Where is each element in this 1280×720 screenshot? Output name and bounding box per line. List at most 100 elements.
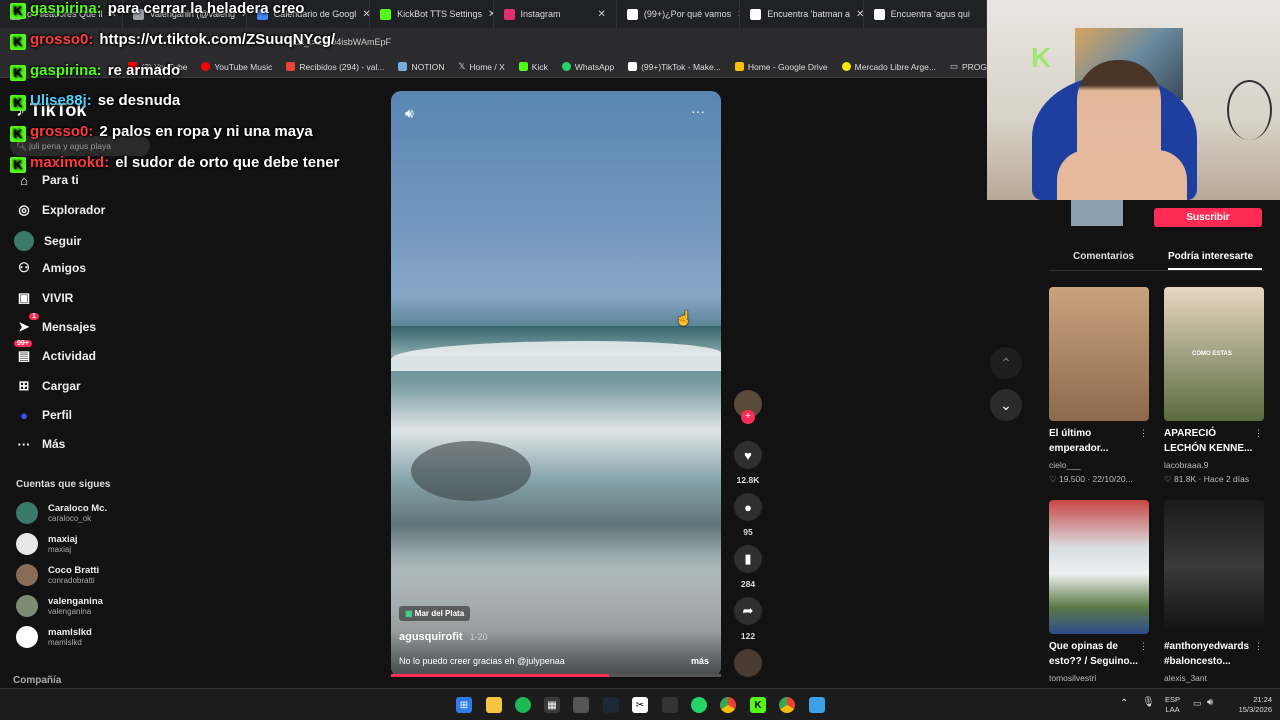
bookmark-youtube-music[interactable]: YouTube Music xyxy=(201,62,272,72)
next-video-button[interactable]: ⌄ xyxy=(990,389,1022,421)
account-item[interactable]: mamlslkd mamlslkd xyxy=(16,626,92,648)
notepad-icon[interactable] xyxy=(809,697,825,713)
video-player[interactable]: 🔊︎ ··· ▣ Mar del Plata agusquirofit 1-20… xyxy=(391,91,721,677)
location-icon: ▣ xyxy=(405,609,413,618)
subscribe-button[interactable]: Suscribir xyxy=(1154,208,1262,227)
chat-text: 2 palos en ropa y ni una maya xyxy=(99,123,313,140)
nav-label: Amigos xyxy=(42,261,87,275)
card-menu-icon[interactable]: ⋮ xyxy=(1254,428,1263,439)
volume-icon[interactable]: 🔊︎ xyxy=(405,105,414,122)
language-indicator[interactable]: ESP LAA xyxy=(1165,695,1180,715)
nav-cargar[interactable]: ⊞ Cargar xyxy=(16,378,81,394)
follow-plus-icon[interactable]: + xyxy=(741,410,755,424)
chat-message: Kgrosso0: https://vt.tiktok.com/ZSuuqNYcg… xyxy=(10,31,335,50)
network-icon[interactable]: ▭ xyxy=(1193,698,1202,709)
close-icon[interactable]: ✕ xyxy=(597,9,605,20)
card-menu-icon[interactable]: ⋮ xyxy=(1254,641,1263,652)
kick-icon[interactable]: K xyxy=(750,697,766,713)
bookmark-tiktok[interactable]: (99+)TikTok - Make... xyxy=(628,62,721,72)
video-thumbnail[interactable] xyxy=(1049,500,1149,634)
chevron-up-icon[interactable]: ⌃ xyxy=(1120,698,1128,709)
browser-tab[interactable]: Instagram ✕ xyxy=(494,0,617,28)
browser-tab[interactable]: Encuentra 'batman a ✕ xyxy=(740,0,864,28)
video-card-title[interactable]: #anthonyedwards #baloncesto... xyxy=(1164,639,1260,669)
nav-para-ti[interactable]: ⌂ Para ti xyxy=(16,172,79,188)
account-item[interactable]: Caraloco Mc. caraloco_ok xyxy=(16,502,107,524)
account-item[interactable]: valenganina valenganina xyxy=(16,595,103,617)
bookmark-mercadolibre[interactable]: Mercado Libre Arge... xyxy=(841,62,936,72)
chat-user: grosso0: xyxy=(30,123,94,140)
save-button[interactable]: ▮ 284 xyxy=(734,545,762,589)
video-thumbnail[interactable] xyxy=(1164,500,1264,634)
account-handle: maxiaj xyxy=(48,545,72,554)
bookmark-kick[interactable]: Kick xyxy=(518,62,548,72)
browser-tab[interactable]: KickBot TTS Settings✕ xyxy=(370,0,494,28)
video-author[interactable]: agusquirofit 1-20 xyxy=(399,631,488,643)
nav-mas[interactable]: ··· Más xyxy=(16,436,66,452)
capcut-icon[interactable]: ✂ xyxy=(632,697,648,713)
comment-icon: ● xyxy=(734,493,762,521)
close-icon[interactable]: ✕ xyxy=(362,9,369,20)
kick-icon: K xyxy=(10,65,26,81)
tab-podria-interesarte[interactable]: Podría interesarte xyxy=(1168,251,1253,262)
share-button[interactable]: ➦ 122 xyxy=(734,597,762,641)
like-button[interactable]: ♥ 12.8K xyxy=(734,441,762,485)
bookmark-whatsapp[interactable]: WhatsApp xyxy=(561,61,615,72)
spotify-icon[interactable] xyxy=(515,697,531,713)
tiktok-icon xyxy=(750,8,762,20)
comment-button[interactable]: ● 95 xyxy=(734,493,762,537)
browser-tab[interactable]: (99+)¿Por qué vamos✕ xyxy=(617,0,741,28)
steam-icon[interactable] xyxy=(603,697,619,713)
bookmark-notion[interactable]: NOTION xyxy=(398,62,445,72)
whatsapp-icon[interactable] xyxy=(691,697,707,713)
microphone-icon[interactable]: 🎙︎ xyxy=(1142,697,1155,708)
app-icon[interactable] xyxy=(573,697,589,713)
video-card-title[interactable]: El último emperador... xyxy=(1049,426,1145,456)
volume-icon[interactable]: 🔊︎ xyxy=(1207,697,1213,708)
windows-start-icon[interactable]: ⊞ xyxy=(456,697,472,713)
nav-seguir[interactable]: Seguir xyxy=(14,231,81,251)
store-icon[interactable]: ▦ xyxy=(544,697,560,713)
video-progress-bar[interactable] xyxy=(391,674,721,677)
music-disc[interactable] xyxy=(734,649,762,677)
account-item[interactable]: maxiaj maxiaj xyxy=(16,533,78,555)
creator-avatar[interactable]: + xyxy=(734,390,762,424)
following-icon xyxy=(14,231,34,251)
nav-perfil[interactable]: ● Perfil xyxy=(16,407,72,423)
app-icon[interactable] xyxy=(662,697,678,713)
company-link[interactable]: Compañía xyxy=(13,675,61,686)
video-thumbnail[interactable] xyxy=(1049,287,1149,421)
previous-video-button[interactable]: ⌃ xyxy=(990,347,1022,379)
video-card-title[interactable]: Que opinas de esto?? / Seguino... xyxy=(1049,639,1145,669)
nav-vivir[interactable]: ▣ VIVIR xyxy=(16,290,74,306)
chrome-active-icon[interactable] xyxy=(779,697,795,713)
more-link[interactable]: más xyxy=(691,656,709,666)
tab-comments[interactable]: Comentarios xyxy=(1073,251,1134,262)
video-card-title[interactable]: APARECIÓ LECHÓN KENNE... xyxy=(1164,426,1260,456)
thumbnail-text: COMO ESTAS xyxy=(1192,351,1232,357)
video-thumbnail[interactable]: COMO ESTAS xyxy=(1164,287,1264,421)
nav-amigos[interactable]: ⚇ Amigos xyxy=(16,260,86,276)
clock[interactable]: 21:24 15/3/2026 xyxy=(1228,695,1272,715)
nav-mensajes[interactable]: ➤ 1 Mensajes xyxy=(16,313,96,335)
nav-explorador[interactable]: ◎ Explorador xyxy=(16,202,105,218)
video-card-author: tomosilvestri xyxy=(1049,673,1097,683)
bookmark-folder[interactable]: ▭ PROG xyxy=(950,61,987,72)
close-icon[interactable]: ✕ xyxy=(856,9,863,20)
file-explorer-icon[interactable] xyxy=(486,697,502,713)
account-name: Coco Bratti xyxy=(48,565,100,576)
bookmark-x[interactable]: 𝕏 Home / X xyxy=(459,61,505,72)
nav-actividad[interactable]: ▤ 99+ Actividad xyxy=(14,340,96,364)
card-menu-icon[interactable]: ⋮ xyxy=(1139,428,1148,439)
bookmark-gmail[interactable]: Recibidos (294) - val... xyxy=(286,62,384,72)
account-item[interactable]: Coco Bratti conradobratti xyxy=(16,564,99,586)
bookmark-drive[interactable]: Home - Google Drive xyxy=(734,62,828,72)
more-options-icon[interactable]: ··· xyxy=(691,103,705,119)
card-menu-icon[interactable]: ⋮ xyxy=(1139,641,1148,652)
browser-tab[interactable]: Encuentra 'agus qui xyxy=(864,0,987,28)
progress-fill xyxy=(391,674,609,677)
location-tag[interactable]: ▣ Mar del Plata xyxy=(399,606,471,621)
bookmark-label: WhatsApp xyxy=(574,61,615,72)
video-frame xyxy=(411,441,531,501)
chrome-icon[interactable] xyxy=(720,697,736,713)
